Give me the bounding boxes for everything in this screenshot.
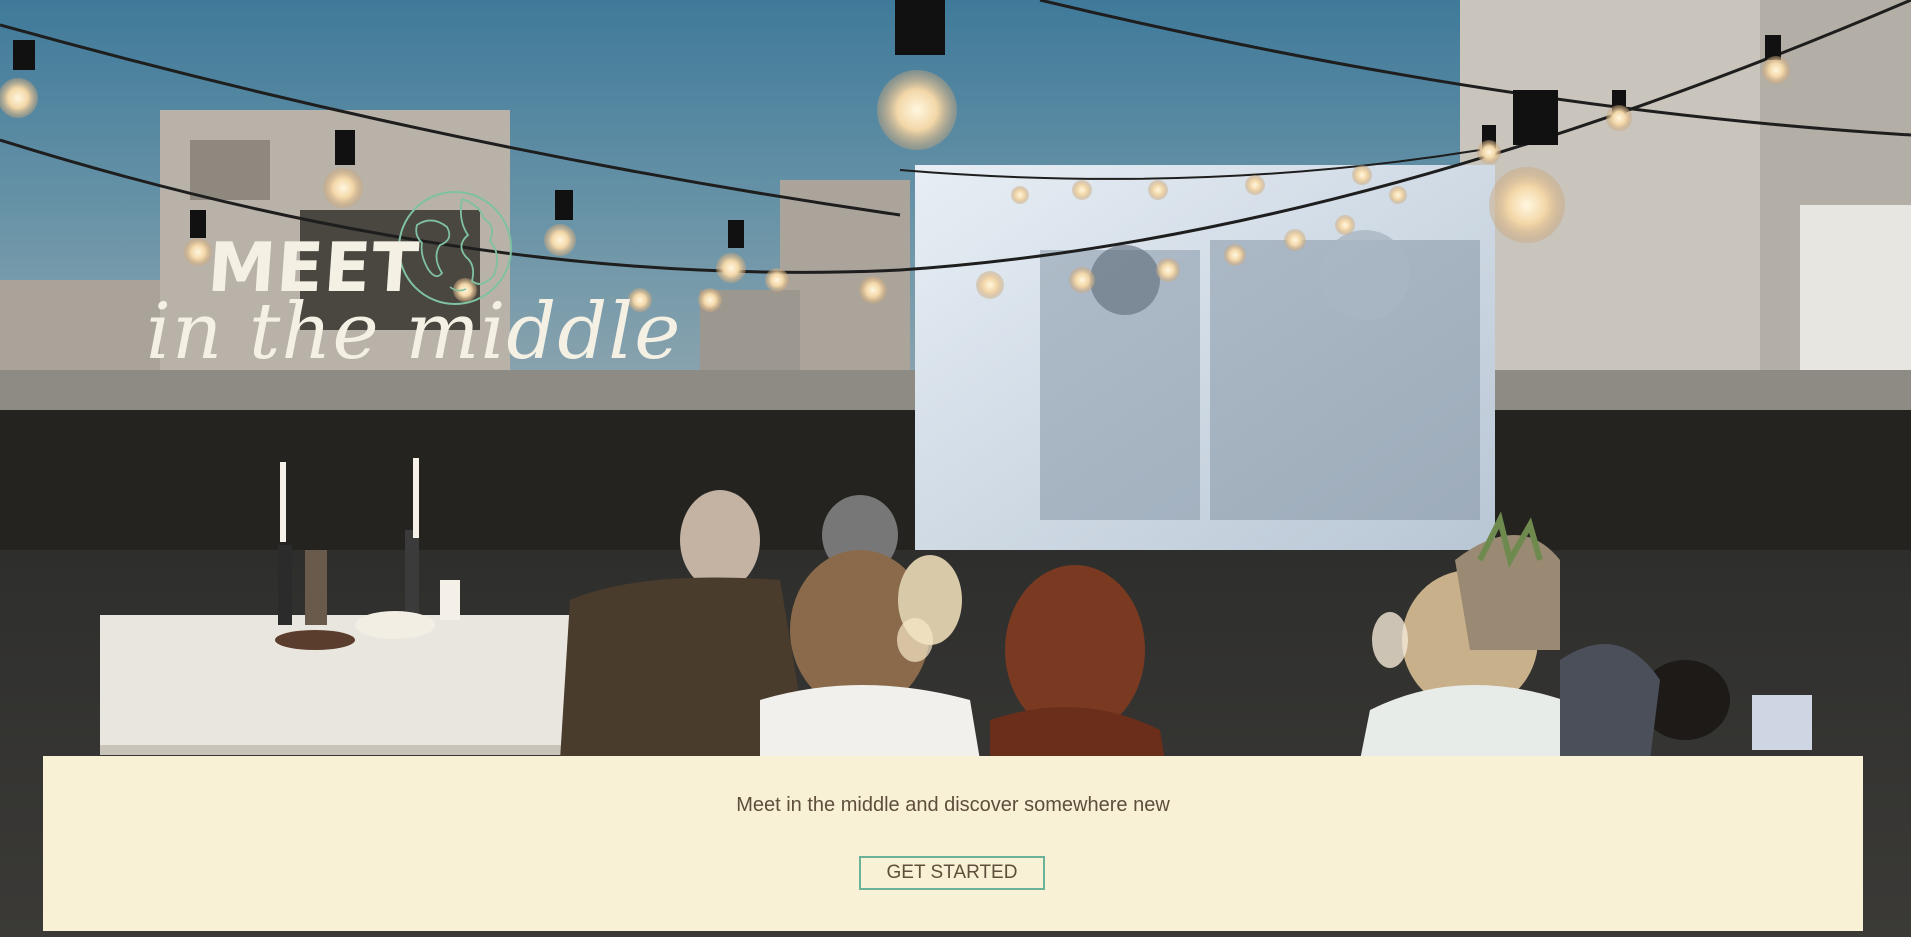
hero-section: MEET in the middle Meet in the middle an…	[0, 0, 1911, 937]
hero-subtitle: Meet in the middle and discover somewher…	[736, 794, 1170, 816]
cta-panel: Meet in the middle and discover somewher…	[43, 756, 1863, 931]
logo-script: in the middle	[146, 287, 682, 377]
logo[interactable]: MEET in the middle	[140, 185, 680, 405]
get-started-button[interactable]: GET STARTED	[859, 856, 1045, 890]
